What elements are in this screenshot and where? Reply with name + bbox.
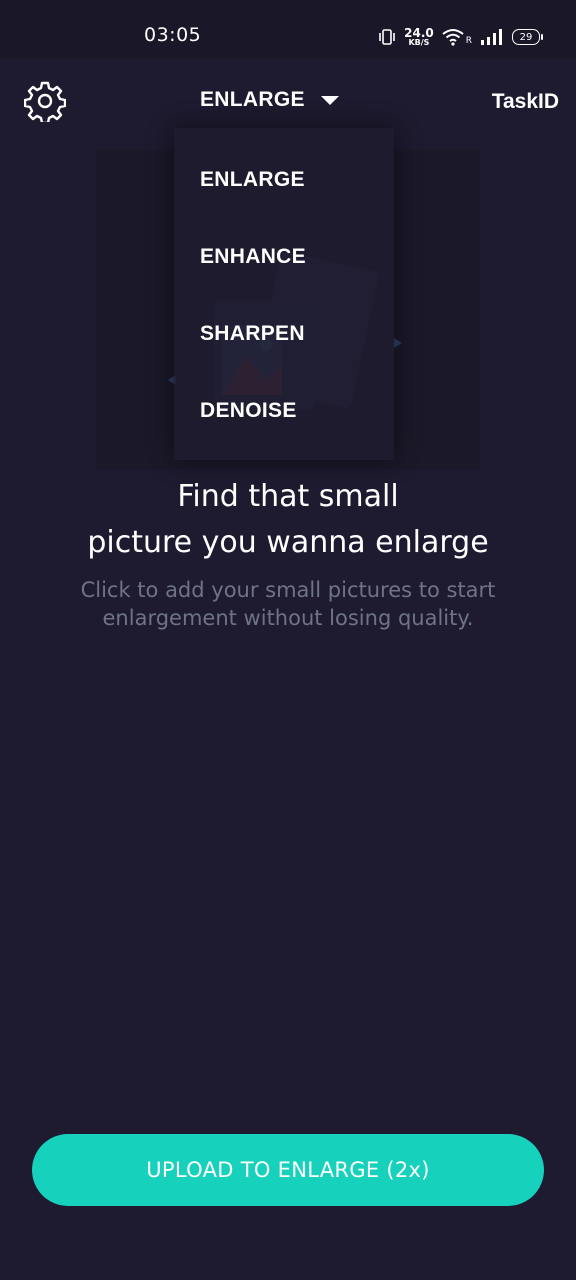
headline-line-2: picture you wanna enlarge [87,525,489,560]
vibrate-icon [378,28,396,46]
gear-icon [23,80,67,126]
status-icons: 24.0 KB/S R 29 [378,24,543,50]
task-id-button[interactable]: TaskID [492,90,559,114]
status-time: 03:05 [144,24,202,46]
network-speed: 24.0 KB/S [404,27,434,47]
network-speed-unit: KB/S [408,38,430,47]
dropdown-item-enhance[interactable]: ENHANCE [200,245,306,269]
dropdown-item-enlarge[interactable]: ENLARGE [200,168,305,192]
empty-state-headline: Find that small picture you wanna enlarg… [0,474,576,566]
roaming-indicator: R [465,36,472,46]
dropdown-item-denoise[interactable]: DENOISE [200,399,297,423]
description-line-2: enlargement without losing quality. [102,606,474,630]
app-screen: 03:05 24.0 KB/S R 29 ENLARGE TaskID ENLA… [0,0,576,1280]
mode-dropdown-menu: ENLARGE ENHANCE SHARPEN DENOISE [174,128,394,460]
dropdown-item-sharpen[interactable]: SHARPEN [200,322,305,346]
wifi-icon [442,28,464,46]
headline-line-1: Find that small [177,479,399,514]
settings-button[interactable] [22,80,68,126]
description-line-1: Click to add your small pictures to star… [80,578,496,602]
empty-state-description: Click to add your small pictures to star… [40,576,536,632]
mode-selected-label: ENLARGE [200,88,305,111]
status-bar: 03:05 24.0 KB/S R 29 [0,0,576,58]
mode-dropdown-toggle[interactable]: ENLARGE [200,88,339,112]
signal-icon [480,29,504,45]
battery-icon: 29 [512,29,543,45]
caret-down-icon [320,95,339,105]
upload-button[interactable]: UPLOAD TO ENLARGE (2x) [32,1134,544,1206]
battery-level: 29 [519,31,533,43]
